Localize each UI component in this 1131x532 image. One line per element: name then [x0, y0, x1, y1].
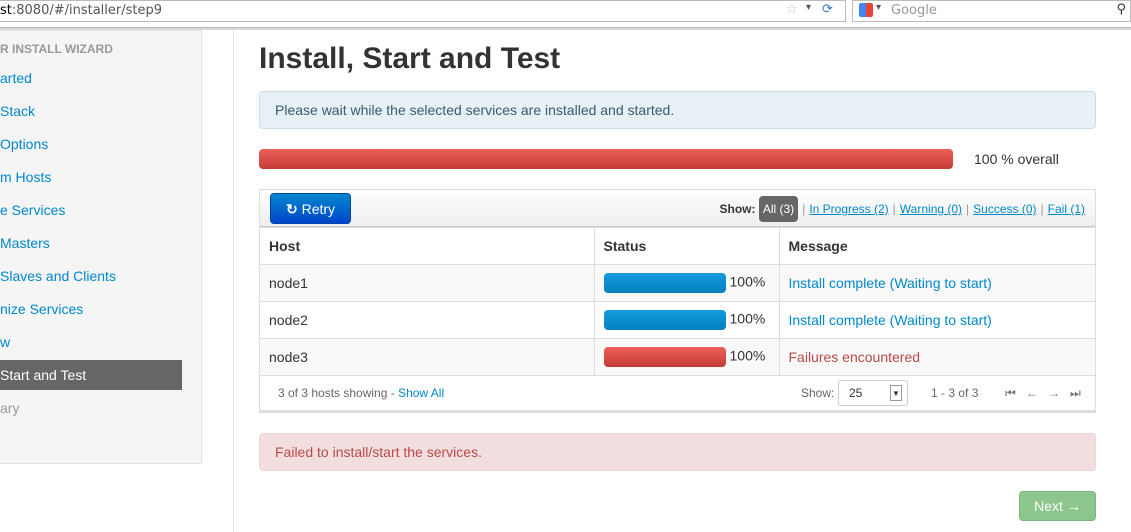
host-cell: node3: [260, 338, 595, 376]
filter-separator: |: [802, 202, 806, 216]
url-host: st: [0, 3, 12, 18]
filter-option[interactable]: Success (0): [973, 202, 1036, 216]
overall-progress-label: 100 % overall: [974, 151, 1059, 167]
host-progress-label: 100%: [729, 310, 766, 327]
sidebar-item[interactable]: Slaves and Clients: [0, 261, 182, 291]
message-cell[interactable]: Failures encountered: [778, 338, 1095, 376]
host-progress-bar: [603, 310, 726, 330]
column-message[interactable]: Message: [778, 227, 1095, 265]
bookmark-star-icon[interactable]: ☆: [786, 2, 798, 17]
content-divider: [233, 30, 234, 532]
retry-label: Retry: [301, 201, 336, 217]
host-cell: node1: [260, 264, 595, 302]
filter-option[interactable]: Warning (0): [900, 202, 962, 216]
host-progress-label: 100%: [729, 347, 766, 364]
search-placeholder: Google: [891, 3, 937, 18]
status-cell: 100%: [593, 301, 780, 339]
wizard-sidebar: R INSTALL WIZARD arted Stack Options m Hos…: [0, 30, 202, 464]
host-cell: node2: [260, 301, 595, 339]
table-row: node2 100% Install complete (Waiting to st…: [260, 301, 1095, 339]
table-row: node1 100% Install complete (Waiting to st…: [260, 264, 1095, 302]
next-page-icon[interactable]: →: [1048, 375, 1060, 411]
reload-icon[interactable]: ⟳: [822, 2, 833, 17]
retry-button[interactable]: ↻ Retry: [270, 193, 351, 224]
column-status[interactable]: Status: [593, 227, 780, 265]
page-size-label: Show:: [801, 386, 835, 400]
host-progress-label: 100%: [729, 273, 766, 290]
filter-separator: |: [1040, 202, 1044, 216]
table-row: node3 100% Failures encountered: [260, 338, 1095, 376]
binoculars-icon[interactable]: ⚲: [1116, 2, 1126, 17]
sidebar-item: ary: [0, 400, 20, 416]
overall-progress-bar: [259, 149, 953, 169]
info-alert: Please wait while the selected services …: [259, 91, 1096, 129]
message-cell[interactable]: Install complete (Waiting to start): [778, 264, 1095, 302]
url-path: :8080/#/installer/step9: [11, 3, 163, 18]
host-progress-bar: [603, 273, 726, 293]
prev-page-icon[interactable]: ←: [1026, 375, 1038, 411]
filter-separator: |: [892, 202, 896, 216]
filter-label: Show:: [719, 202, 756, 216]
filter-option[interactable]: Fail (1): [1048, 202, 1085, 216]
message-link[interactable]: Failures encountered: [789, 349, 921, 365]
filter-option[interactable]: All (3): [758, 196, 799, 222]
sidebar-item[interactable]: Options: [0, 129, 182, 159]
message-cell[interactable]: Install complete (Waiting to start): [778, 301, 1095, 339]
search-input[interactable]: ▾ Google ⚲: [852, 0, 1131, 22]
hosts-toolbar: ↻ Retry Show: All (3) | In Progress (2) | Wa…: [260, 190, 1095, 227]
showing-count: 3 of 3 hosts showing -: [278, 386, 399, 400]
filter-option[interactable]: In Progress (2): [809, 202, 888, 216]
sidebar-item[interactable]: m Hosts: [0, 162, 182, 192]
filter-separator: |: [966, 202, 970, 216]
page-size-select[interactable]: 25 ▼: [838, 380, 908, 406]
page-range: 1 - 3 of 3: [931, 386, 979, 400]
sidebar-item[interactable]: nize Services: [0, 294, 182, 324]
chevron-down-icon[interactable]: ▾: [876, 2, 881, 13]
next-button[interactable]: Next →: [1019, 491, 1096, 521]
sidebar-item[interactable]: arted: [0, 63, 182, 93]
page-size-value: 25: [849, 386, 863, 400]
chevron-down-icon[interactable]: ▾: [806, 2, 811, 13]
page-title: Install, Start and Test: [259, 42, 561, 75]
show-all-link[interactable]: Show All: [398, 386, 444, 400]
message-link[interactable]: Install complete (Waiting to start): [789, 312, 992, 328]
sidebar-item[interactable]: e Services: [0, 195, 182, 225]
status-filter: Show: All (3) | In Progress (2) | Warning (0…: [719, 195, 1085, 223]
hosts-showing-text: 3 of 3 hosts showing - Show All: [278, 375, 444, 411]
error-alert: Failed to install/start the services.: [259, 433, 1096, 471]
last-page-icon[interactable]: ⏭: [1070, 375, 1081, 411]
host-progress-bar: [603, 347, 726, 367]
table-footer: 3 of 3 hosts showing - Show All Show: 25…: [260, 375, 1095, 411]
google-icon: [859, 3, 873, 17]
sidebar-item[interactable]: Masters: [0, 228, 182, 258]
hosts-table: Host Status Message node1 100% Install com…: [260, 227, 1095, 376]
refresh-icon: ↻: [285, 201, 298, 217]
sidebar-item: Start and Test: [0, 360, 182, 390]
first-page-icon[interactable]: ⏮: [1005, 375, 1016, 411]
dropdown-arrow-icon: ▼: [890, 385, 902, 401]
sidebar-item[interactable]: w: [0, 327, 182, 357]
table-header-row: Host Status Message: [260, 227, 1095, 265]
status-cell: 100%: [593, 338, 780, 376]
sidebar-header: R INSTALL WIZARD: [0, 42, 113, 56]
column-host[interactable]: Host: [260, 227, 595, 265]
sidebar-item[interactable]: Stack: [0, 96, 182, 126]
message-link[interactable]: Install complete (Waiting to start): [789, 275, 992, 291]
url-bar[interactable]: st:8080/#/installer/step9 ☆ ▾ ⟳: [0, 0, 846, 22]
status-cell: 100%: [593, 264, 780, 302]
hosts-panel: ↻ Retry Show: All (3) | In Progress (2) | Wa…: [259, 189, 1096, 413]
